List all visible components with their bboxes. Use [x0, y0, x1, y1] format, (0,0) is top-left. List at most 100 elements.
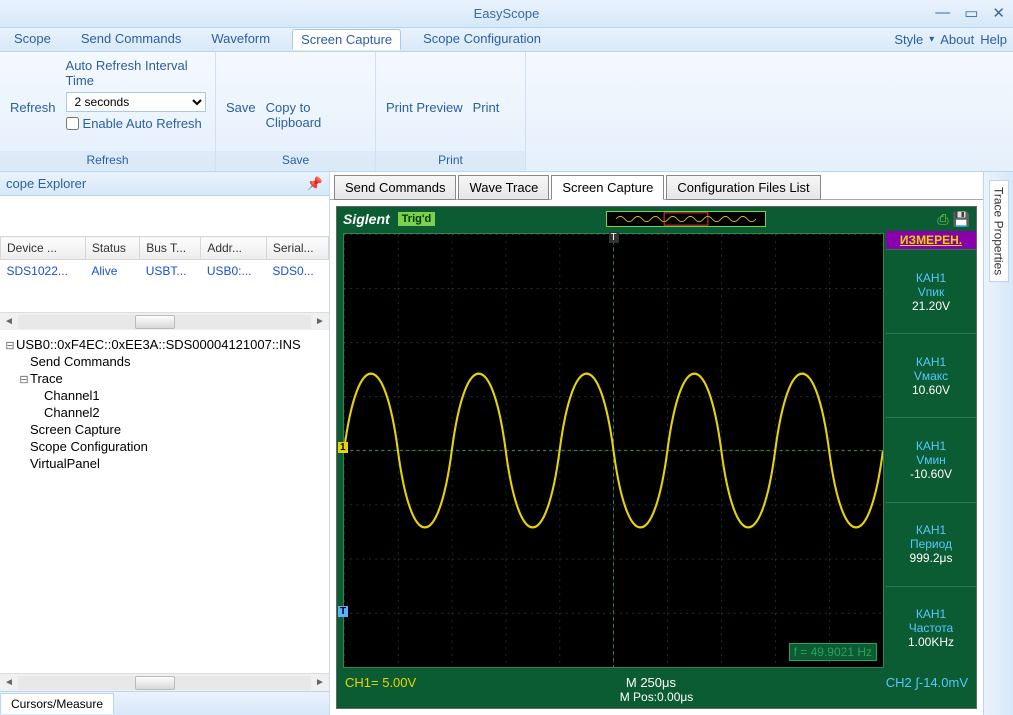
tab-config-files[interactable]: Configuration Files List [666, 175, 820, 200]
menu-help[interactable]: Help [980, 32, 1007, 47]
usb-icon: ⎙ [937, 211, 948, 228]
refresh-button[interactable]: Refresh [10, 58, 56, 115]
col-bus[interactable]: Bus T... [140, 237, 201, 260]
menu-bar: Scope Send Commands Waveform Screen Capt… [0, 28, 1013, 52]
scroll-right-icon[interactable]: ► [311, 677, 329, 688]
collapse-icon[interactable]: ⊟ [18, 373, 30, 386]
ribbon-group-save: Save Copy to Clipboard Save [216, 52, 376, 171]
center-tabs: Send Commands Wave Trace Screen Capture … [330, 172, 983, 200]
group-label-save: Save [216, 151, 375, 171]
print-button[interactable]: Print [473, 58, 500, 115]
chevron-down-icon[interactable]: ▾ [929, 34, 934, 45]
explorer-header: cope Explorer 📌 [0, 172, 329, 196]
tab-cursors-measure[interactable]: Cursors/Measure [0, 693, 114, 714]
measurements-panel: ИЗМЕРЕН. КАН1Vпик21.20V КАН1Vмакс10.60V … [886, 231, 976, 670]
ribbon-group-print: Print Preview Print Print [376, 52, 526, 171]
interval-label: Auto Refresh Interval Time [66, 58, 206, 88]
explorer-blank [0, 196, 329, 236]
trace-properties-collapsed[interactable]: Trace Properties [983, 172, 1013, 715]
tree-channel2[interactable]: Channel2 [4, 404, 325, 421]
menu-right: Style ▾ About Help [894, 32, 1007, 47]
meas-row: КАН1Vпик21.20V [886, 249, 976, 333]
scroll-left-icon[interactable]: ◄ [0, 677, 18, 688]
scroll-track[interactable] [18, 315, 311, 329]
tree-virtual-panel[interactable]: VirtualPanel [4, 455, 325, 472]
enable-auto-refresh[interactable]: Enable Auto Refresh [66, 116, 206, 131]
scroll-thumb[interactable] [135, 315, 175, 329]
tab-screen-capture[interactable]: Screen Capture [551, 175, 664, 200]
minimize-icon[interactable]: — [935, 4, 950, 22]
table-header-row: Device ... Status Bus T... Addr... Seria… [1, 237, 329, 260]
window-title: EasyScope [474, 6, 540, 21]
print-preview-button[interactable]: Print Preview [386, 58, 463, 115]
ch1-scale: CH1= 5.00V [345, 675, 416, 690]
interval-select[interactable]: 2 seconds [66, 92, 206, 112]
ch1-marker: 1 [338, 442, 348, 453]
menu-scope[interactable]: Scope [6, 29, 59, 50]
device-tree: ⊟USB0::0xF4EC::0xEE3A::SDS00004121007::I… [0, 330, 329, 673]
ch2-trigger: CH2 ∫-14.0mV [886, 675, 968, 690]
close-icon[interactable]: ✕ [992, 4, 1005, 22]
waveform-svg [344, 234, 883, 667]
menu-left: Scope Send Commands Waveform Screen Capt… [6, 29, 549, 50]
scroll-thumb[interactable] [135, 676, 175, 690]
scope-bottom-bar: CH1= 5.00V M 250μs CH2 ∫-14.0mV M Pos:0.… [337, 670, 976, 708]
scope-plot: T 1 T f = 49.9021 Hz [343, 233, 884, 668]
scope-display: Siglent Trig'd ⎙ 💾 T 1 T [336, 206, 977, 709]
tree-channel1[interactable]: Channel1 [4, 387, 325, 404]
meas-header: ИЗМЕРЕН. [886, 231, 976, 249]
menu-about[interactable]: About [940, 32, 974, 47]
tree-send-commands[interactable]: Send Commands [4, 353, 325, 370]
maximize-icon[interactable]: ▭ [964, 4, 978, 22]
menu-screen-capture[interactable]: Screen Capture [292, 29, 401, 50]
scope-top-bar: Siglent Trig'd ⎙ 💾 [337, 207, 976, 231]
scroll-track[interactable] [18, 676, 311, 690]
meas-row: КАН1Vмакс10.60V [886, 333, 976, 417]
save-button[interactable]: Save [226, 58, 256, 115]
ribbon: Refresh Auto Refresh Interval Time 2 sec… [0, 52, 1013, 172]
tab-send-commands[interactable]: Send Commands [334, 175, 456, 200]
trace-properties-label[interactable]: Trace Properties [989, 180, 1009, 282]
enable-auto-refresh-checkbox[interactable] [66, 117, 79, 130]
table-hscroll[interactable]: ◄ ► [0, 312, 329, 330]
mini-waveform [606, 211, 766, 227]
explorer-title: cope Explorer [6, 176, 86, 191]
device-table: Device ... Status Bus T... Addr... Seria… [0, 236, 329, 282]
tree-scope-config[interactable]: Scope Configuration [4, 438, 325, 455]
menu-waveform[interactable]: Waveform [203, 29, 278, 50]
menu-send-commands[interactable]: Send Commands [73, 29, 189, 50]
col-addr[interactable]: Addr... [201, 237, 267, 260]
col-serial[interactable]: Serial... [266, 237, 328, 260]
scope-brand: Siglent [343, 211, 390, 227]
tab-wave-trace[interactable]: Wave Trace [458, 175, 549, 200]
col-device[interactable]: Device ... [1, 237, 86, 260]
scope-explorer-panel: cope Explorer 📌 Device ... Status Bus T.… [0, 172, 330, 715]
explorer-bottom-tabs: Cursors/Measure [0, 691, 329, 715]
center-panel: Send Commands Wave Trace Screen Capture … [330, 172, 983, 715]
tree-hscroll[interactable]: ◄ ► [0, 673, 329, 691]
tree-trace[interactable]: ⊟Trace [4, 370, 325, 387]
window-controls: — ▭ ✕ [935, 4, 1005, 22]
collapse-icon[interactable]: ⊟ [4, 339, 16, 352]
group-label-print: Print [376, 151, 525, 171]
scope-display-wrap: Siglent Trig'd ⎙ 💾 T 1 T [330, 200, 983, 715]
trigger-status: Trig'd [398, 212, 436, 226]
copy-clipboard-button[interactable]: Copy to Clipboard [266, 58, 365, 130]
ribbon-group-refresh: Refresh Auto Refresh Interval Time 2 sec… [0, 52, 216, 171]
col-status[interactable]: Status [85, 237, 139, 260]
ribbon-spacer [526, 52, 1013, 171]
trigger-level-marker: T [338, 606, 348, 617]
scroll-right-icon[interactable]: ► [311, 316, 329, 327]
menu-scope-configuration[interactable]: Scope Configuration [415, 29, 549, 50]
pin-icon[interactable]: 📌 [307, 176, 323, 192]
scroll-left-icon[interactable]: ◄ [0, 316, 18, 327]
meas-row: КАН1Vмин-10.60V [886, 417, 976, 501]
tree-screen-capture[interactable]: Screen Capture [4, 421, 325, 438]
save-icon: 💾 [953, 211, 970, 228]
tree-root[interactable]: ⊟USB0::0xF4EC::0xEE3A::SDS00004121007::I… [4, 336, 325, 353]
work-area: cope Explorer 📌 Device ... Status Bus T.… [0, 172, 1013, 715]
table-row[interactable]: SDS1022... Alive USBT... USB0:... SDS0..… [1, 260, 329, 283]
frequency-readout: f = 49.9021 Hz [789, 643, 877, 661]
menu-style[interactable]: Style [894, 32, 923, 47]
group-label-refresh: Refresh [0, 151, 215, 171]
